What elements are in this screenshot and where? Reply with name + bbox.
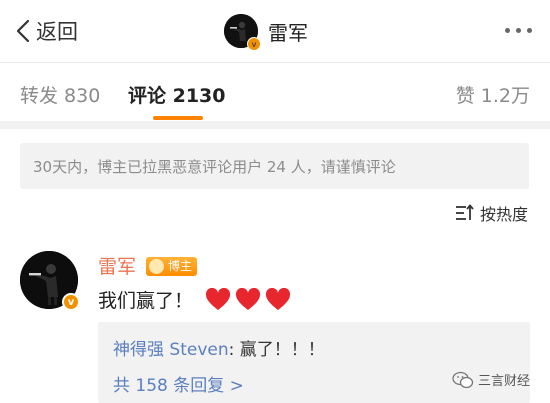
reply-author[interactable]: 神得强 Steven bbox=[113, 340, 229, 360]
heart-icon bbox=[236, 287, 261, 310]
tab-comments[interactable]: 评论 2130 bbox=[128, 81, 226, 108]
tab-bar: 转发 830 评论 2130 赞 1.2万 bbox=[0, 63, 550, 121]
sort-button[interactable]: 按热度 bbox=[455, 201, 528, 225]
dot-icon bbox=[505, 28, 510, 33]
block-notice: 30天内，博主已拉黑恶意评论用户 24 人，请谨慎评论 bbox=[20, 143, 529, 189]
comment-author[interactable]: 雷军 bbox=[98, 252, 136, 279]
comment-body: 我们赢了！ bbox=[98, 286, 291, 313]
heart-icon bbox=[266, 287, 291, 310]
view-replies-link[interactable]: 共 158 条回复 > bbox=[113, 371, 244, 396]
reply-text: : 赢了！！！ bbox=[228, 340, 325, 360]
sort-icon bbox=[455, 204, 474, 220]
top-nav-bar: 返回 v 雷军 bbox=[0, 0, 550, 62]
avatar[interactable]: v bbox=[224, 14, 261, 51]
tab-forward[interactable]: 转发 830 bbox=[20, 81, 100, 108]
heart-emojis bbox=[205, 287, 291, 312]
dot-icon bbox=[516, 28, 521, 33]
dot-icon bbox=[527, 28, 532, 33]
heart-icon bbox=[206, 287, 231, 310]
comment-text: 我们赢了！ bbox=[98, 290, 194, 312]
profile-title[interactable]: v 雷军 bbox=[224, 14, 308, 51]
watermark: 三言财经 bbox=[452, 370, 530, 389]
reply-preview[interactable]: 神得强 Steven: 赢了！！！ 共 158 条回复 > bbox=[98, 322, 530, 403]
back-button[interactable]: 返回 bbox=[16, 16, 78, 46]
back-label: 返回 bbox=[36, 20, 78, 44]
verified-icon: v bbox=[62, 293, 80, 311]
verified-icon: v bbox=[247, 37, 261, 51]
badge-label: 博主 bbox=[168, 259, 193, 273]
tab-likes[interactable]: 赞 1.2万 bbox=[456, 81, 530, 108]
reply-line: 神得强 Steven: 赢了！！！ bbox=[113, 335, 325, 360]
more-options-button[interactable] bbox=[505, 28, 532, 33]
section-divider bbox=[0, 121, 550, 129]
comment-avatar[interactable]: v bbox=[20, 251, 80, 311]
page-title: 雷军 bbox=[268, 20, 308, 45]
blogger-badge: 博主 bbox=[146, 257, 198, 276]
sort-label: 按热度 bbox=[479, 205, 528, 224]
crown-icon bbox=[149, 259, 164, 274]
watermark-label: 三言财经 bbox=[478, 374, 531, 389]
chevron-left-icon bbox=[16, 19, 30, 43]
wechat-icon bbox=[452, 371, 474, 388]
active-tab-indicator bbox=[153, 116, 203, 120]
